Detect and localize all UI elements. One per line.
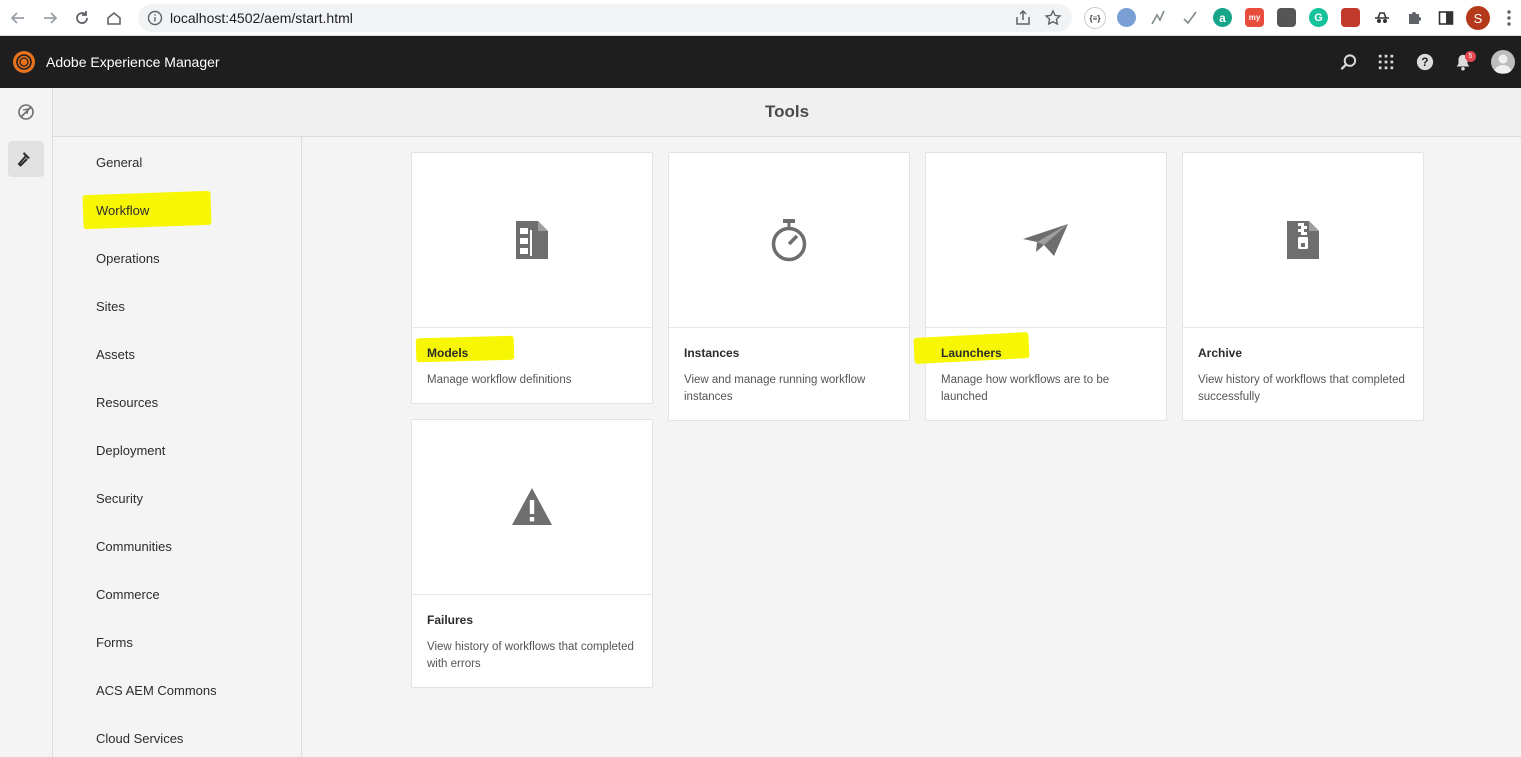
grammarly-icon[interactable]: G bbox=[1309, 8, 1328, 27]
category-resources[interactable]: Resources bbox=[96, 395, 158, 410]
tools-hammer-icon[interactable] bbox=[8, 141, 44, 177]
back-arrow-icon[interactable] bbox=[6, 6, 30, 30]
user-avatar[interactable] bbox=[1491, 50, 1515, 74]
card-description: Manage workflow definitions bbox=[427, 374, 572, 386]
category-cloud-services[interactable]: Cloud Services bbox=[96, 731, 183, 746]
solutions-grid-icon[interactable] bbox=[1376, 52, 1396, 72]
ext-check-icon[interactable] bbox=[1180, 8, 1199, 27]
url-text: localhost:4502/aem/start.html bbox=[170, 10, 353, 26]
card-title: Launchers bbox=[941, 346, 1002, 360]
ext-green-a-icon[interactable]: a bbox=[1213, 8, 1232, 27]
info-icon[interactable] bbox=[147, 10, 163, 26]
card-description: View history of workflows that completed… bbox=[427, 641, 634, 670]
json-viewer-icon[interactable]: {≡} bbox=[1084, 7, 1106, 29]
address-bar[interactable]: localhost:4502/aem/start.html bbox=[138, 4, 1072, 32]
card-description: View history of workflows that completed… bbox=[1198, 374, 1405, 403]
ext-dots-icon[interactable] bbox=[1341, 8, 1360, 27]
card-description: View and manage running workflow instanc… bbox=[684, 374, 866, 403]
category-security[interactable]: Security bbox=[96, 491, 143, 506]
browser-menu-icon[interactable] bbox=[1501, 8, 1517, 28]
sidepanel-icon[interactable] bbox=[1436, 8, 1455, 27]
card-title: Models bbox=[427, 346, 469, 360]
notification-badge: 5 bbox=[1465, 51, 1476, 62]
tools-category-list: General Workflow Operations Sites Assets… bbox=[53, 137, 302, 757]
aem-logo-icon[interactable] bbox=[12, 50, 36, 74]
ext-red-icon[interactable]: my bbox=[1245, 8, 1264, 27]
aem-shell-header: Adobe Experience Manager ? bbox=[0, 36, 1521, 88]
alert-icon bbox=[512, 488, 552, 525]
puzzle-icon[interactable] bbox=[1404, 8, 1423, 27]
page-title-bar: Tools bbox=[53, 88, 1521, 137]
category-assets[interactable]: Assets bbox=[96, 347, 135, 362]
category-forms[interactable]: Forms bbox=[96, 635, 133, 650]
category-workflow[interactable]: Workflow bbox=[96, 203, 149, 218]
card-thumbnail bbox=[412, 420, 652, 595]
left-rail bbox=[0, 88, 53, 757]
category-operations[interactable]: Operations bbox=[96, 251, 160, 266]
svg-text:?: ? bbox=[1421, 56, 1428, 69]
bookmark-star-icon[interactable] bbox=[1044, 9, 1062, 27]
card-thumbnail bbox=[669, 153, 909, 328]
category-general[interactable]: General bbox=[96, 155, 142, 170]
workflow-models-icon bbox=[516, 221, 548, 259]
card-title: Instances bbox=[684, 346, 740, 360]
profile-avatar[interactable]: S bbox=[1466, 6, 1490, 30]
tool-card-instances[interactable]: Instances View and manage running workfl… bbox=[668, 152, 910, 421]
page-title: Tools bbox=[764, 102, 810, 121]
card-thumbnail bbox=[926, 153, 1166, 328]
card-title: Failures bbox=[427, 613, 474, 627]
category-deployment[interactable]: Deployment bbox=[96, 443, 165, 458]
browser-toolbar: localhost:4502/aem/start.html {≡} a my G… bbox=[0, 0, 1521, 36]
archive-icon bbox=[1287, 221, 1319, 259]
tool-card-models[interactable]: Models Manage workflow definitions bbox=[411, 152, 653, 404]
app-title[interactable]: Adobe Experience Manager bbox=[46, 54, 220, 70]
home-icon[interactable] bbox=[102, 6, 126, 30]
tool-card-launchers[interactable]: Launchers Manage how workflows are to be… bbox=[913, 152, 1167, 421]
stopwatch-icon bbox=[771, 219, 807, 262]
tool-card-failures[interactable]: Failures View history of workflows that … bbox=[411, 419, 653, 688]
share-icon[interactable] bbox=[1014, 9, 1032, 27]
card-thumbnail bbox=[1183, 153, 1423, 328]
ext-arrow-icon[interactable] bbox=[1148, 8, 1167, 27]
ext-blue-icon[interactable] bbox=[1117, 8, 1136, 27]
ext-grey-icon[interactable] bbox=[1277, 8, 1296, 27]
card-thumbnail bbox=[412, 153, 652, 328]
reload-icon[interactable] bbox=[70, 6, 94, 30]
ext-spy-icon[interactable] bbox=[1372, 8, 1391, 27]
tool-card-archive[interactable]: Archive View history of workflows that c… bbox=[1182, 152, 1424, 421]
card-title: Archive bbox=[1198, 346, 1243, 360]
help-icon[interactable]: ? bbox=[1415, 52, 1435, 72]
navigation-compass-icon[interactable] bbox=[8, 94, 44, 130]
paper-plane-icon bbox=[1023, 224, 1068, 256]
search-icon[interactable] bbox=[1338, 52, 1358, 72]
category-communities[interactable]: Communities bbox=[96, 539, 172, 554]
forward-arrow-icon[interactable] bbox=[38, 6, 62, 30]
card-description: Manage how workflows are to be launched bbox=[941, 374, 1110, 403]
category-sites[interactable]: Sites bbox=[96, 299, 125, 314]
category-commerce[interactable]: Commerce bbox=[96, 587, 160, 602]
category-acs-aem-commons[interactable]: ACS AEM Commons bbox=[96, 683, 217, 698]
